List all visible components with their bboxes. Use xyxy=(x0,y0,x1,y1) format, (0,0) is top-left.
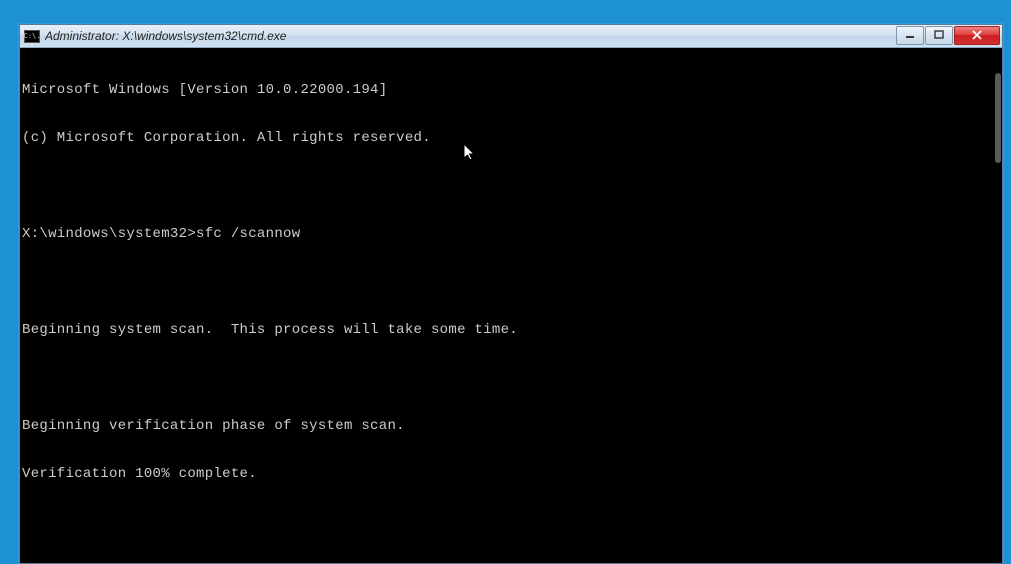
output-line: X:\windows\system32>sfc /scannow xyxy=(22,226,1002,242)
output-line: Beginning verification phase of system s… xyxy=(22,418,1002,434)
output-line: Verification 100% complete. xyxy=(22,466,1002,482)
command-prompt-window: C:\. Administrator: X:\windows\system32\… xyxy=(19,24,1003,564)
output-line xyxy=(22,274,1002,290)
output-line: Windows Resource Protection could not pe… xyxy=(22,562,1002,563)
output-line: Beginning system scan. This process will… xyxy=(22,322,1002,338)
output-line xyxy=(22,370,1002,386)
titlebar[interactable]: C:\. Administrator: X:\windows\system32\… xyxy=(20,25,1002,48)
output-line: Microsoft Windows [Version 10.0.22000.19… xyxy=(22,82,1002,98)
terminal-body[interactable]: Microsoft Windows [Version 10.0.22000.19… xyxy=(20,48,1002,563)
output-line xyxy=(22,514,1002,530)
window-title: Administrator: X:\windows\system32\cmd.e… xyxy=(45,29,896,43)
cmd-icon: C:\. xyxy=(24,30,40,43)
minimize-icon xyxy=(905,30,915,40)
close-icon xyxy=(971,30,983,40)
output-line: (c) Microsoft Corporation. All rights re… xyxy=(22,130,1002,146)
output-line xyxy=(22,178,1002,194)
maximize-icon xyxy=(934,30,944,40)
terminal-output: Microsoft Windows [Version 10.0.22000.19… xyxy=(22,50,1002,563)
minimize-button[interactable] xyxy=(896,26,924,45)
window-controls xyxy=(896,26,1000,45)
maximize-button[interactable] xyxy=(925,26,953,45)
scrollbar-thumb[interactable] xyxy=(995,73,1001,163)
close-button[interactable] xyxy=(954,26,1000,45)
